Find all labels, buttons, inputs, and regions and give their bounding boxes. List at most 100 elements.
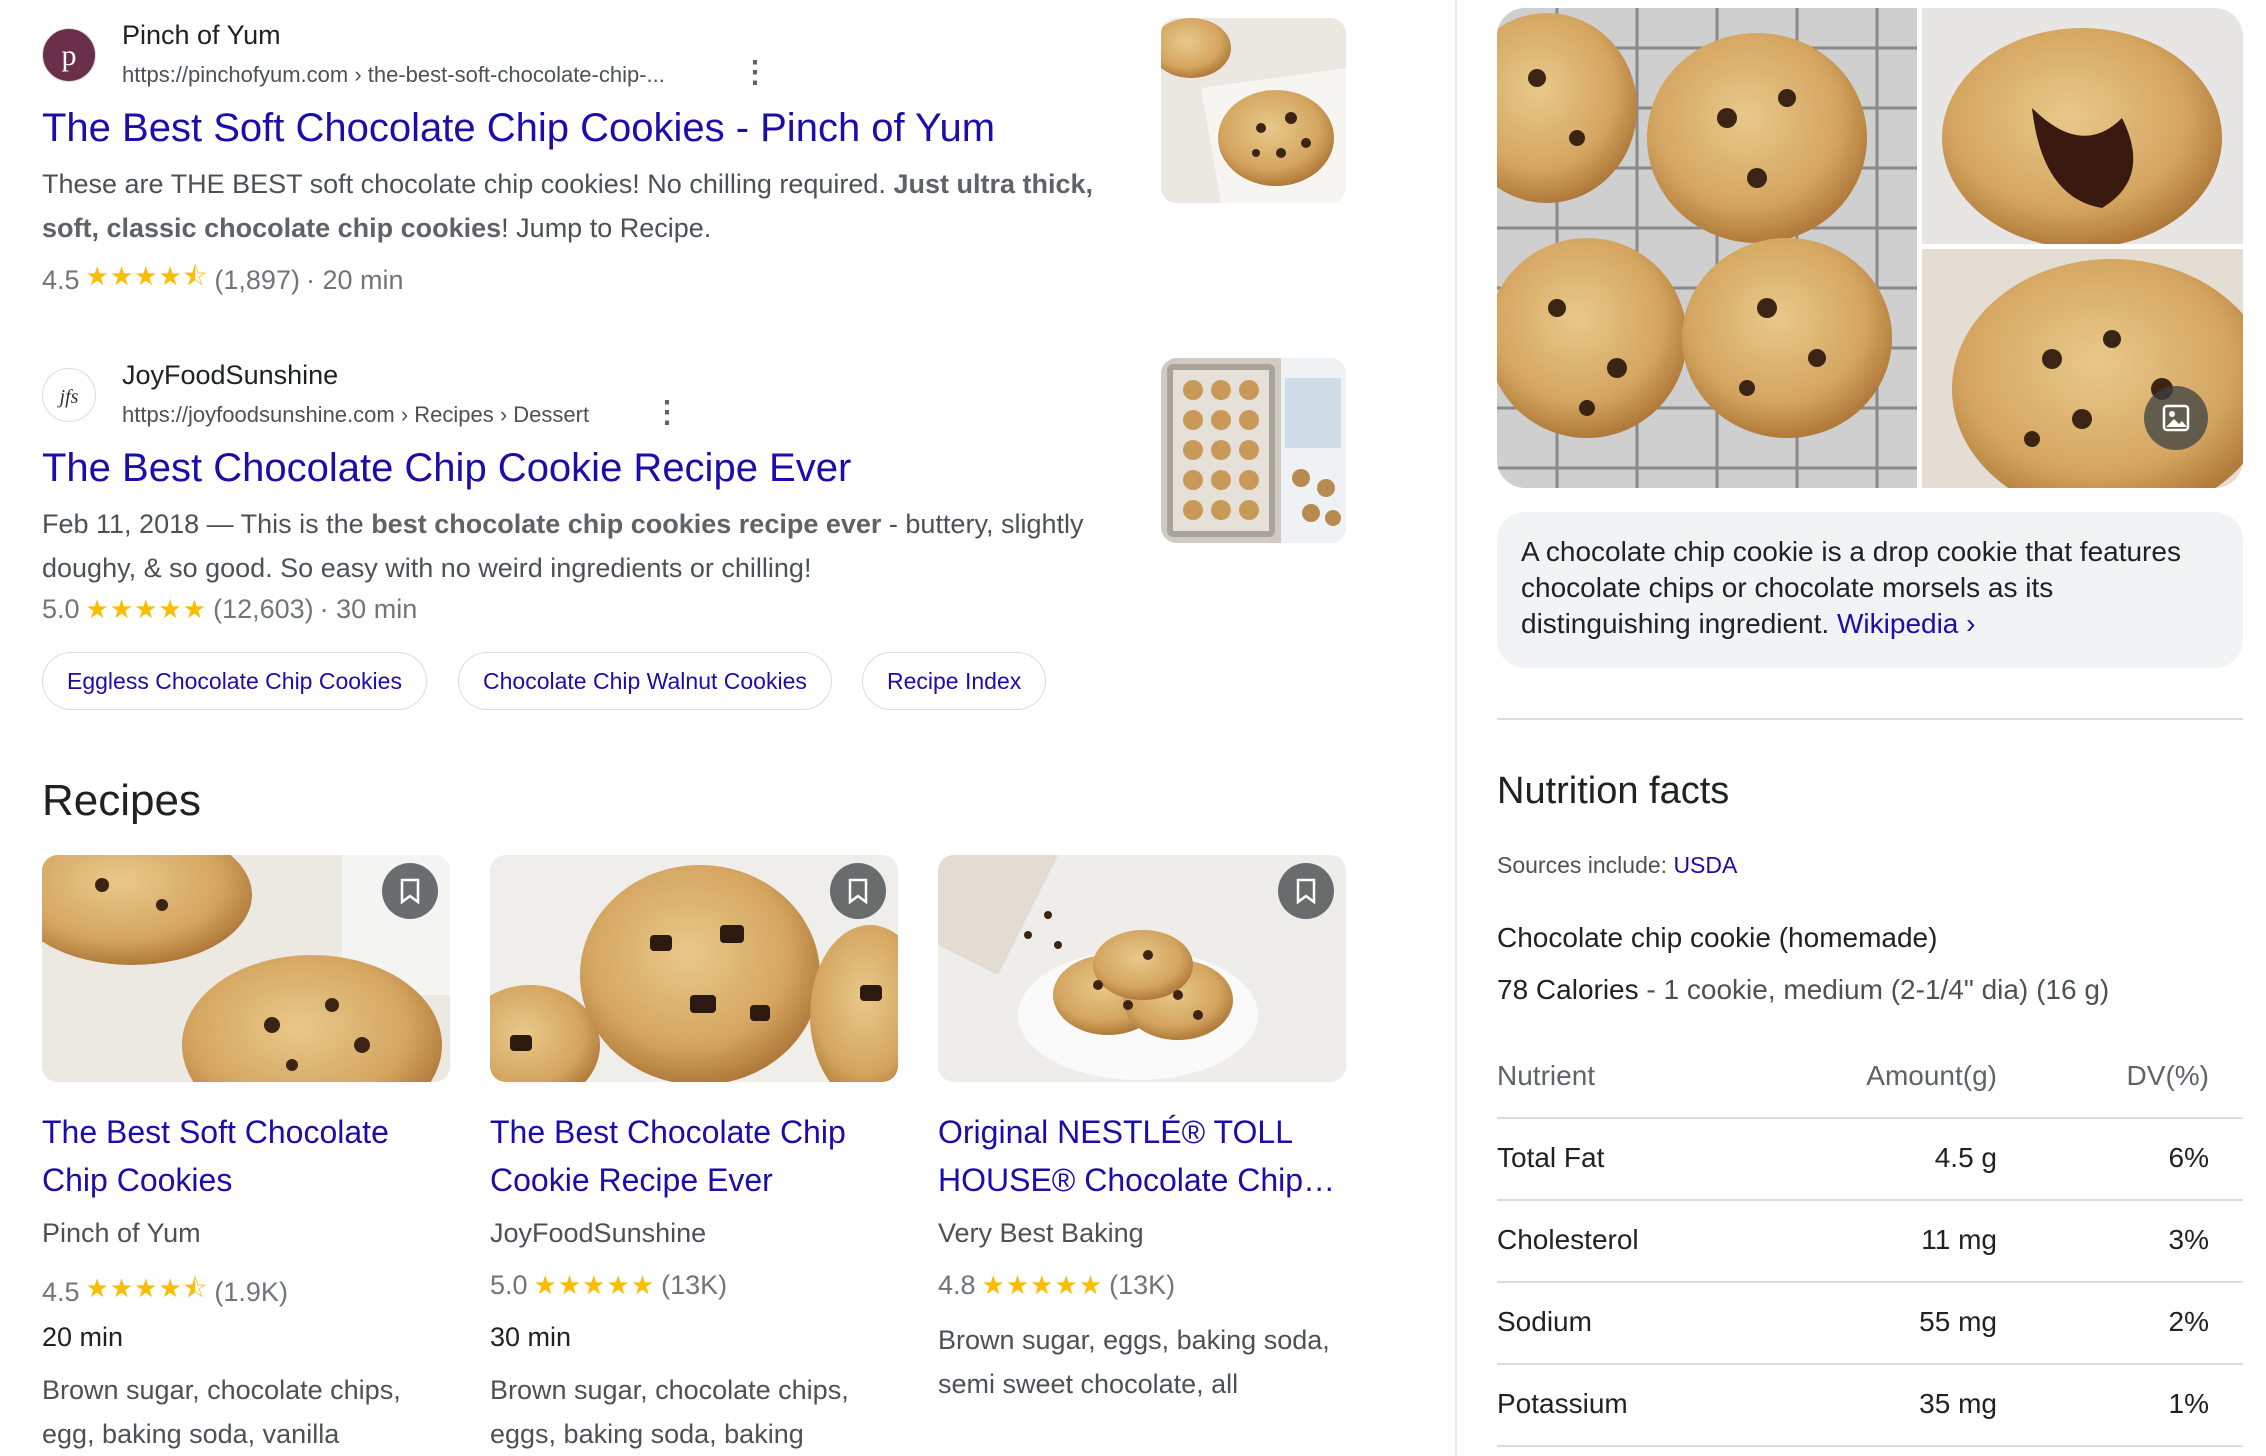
cookies-on-rack-image bbox=[1497, 8, 1917, 488]
header-amount: Amount(g) bbox=[1866, 1060, 1997, 1091]
sources-label: Sources include: bbox=[1497, 852, 1668, 878]
review-count: (1,897) bbox=[214, 264, 300, 295]
serving-size: - 1 cookie, medium (2-1/4" dia) (16 g) bbox=[1638, 974, 2110, 1005]
recipe-card-2-source: JoyFoodSunshine bbox=[490, 1218, 707, 1248]
rating-value: 5.0 bbox=[42, 594, 80, 624]
panel-image-3[interactable] bbox=[1922, 249, 2243, 488]
result-1-url[interactable]: https://pinchofyum.com › the-best-soft-c… bbox=[122, 62, 665, 88]
chip-walnut-cookies[interactable]: Chocolate Chip Walnut Cookies bbox=[458, 652, 832, 710]
bookmark-icon[interactable] bbox=[1278, 863, 1334, 919]
star-rating-icon: ★★★★★ bbox=[981, 1270, 1104, 1300]
result-2-url[interactable]: https://joyfoodsunshine.com › Recipes › … bbox=[122, 402, 589, 428]
nutrition-table-header: Nutrient Amount(g) DV(%) bbox=[1497, 1035, 2243, 1117]
calories-line: 78 Calories - 1 cookie, medium (2-1/4" d… bbox=[1497, 974, 2109, 1006]
nutrient-amount: 55 mg bbox=[1919, 1306, 1997, 1337]
nutrient-dv: 6% bbox=[2168, 1142, 2209, 1173]
table-divider bbox=[1497, 1445, 2243, 1447]
rating-value: 4.5 bbox=[42, 264, 80, 295]
pinchofyum-logo-icon: p bbox=[45, 31, 93, 79]
nutrient-dv: 3% bbox=[2168, 1224, 2209, 1255]
result-2-rating: 5.0 ★★★★★ (12,603) · 30 min bbox=[42, 594, 417, 625]
recipe-card-1-rating: 4.5 ★★★★⯪ (1.9K) bbox=[42, 1270, 288, 1314]
cookie-tray-image bbox=[1161, 358, 1346, 543]
result-2-site-name: JoyFoodSunshine bbox=[122, 360, 339, 390]
nutrition-row: Total Fat 4.5 g 6% bbox=[1497, 1117, 2243, 1199]
panel-image-2[interactable] bbox=[1922, 8, 2243, 244]
wikipedia-link[interactable]: Wikipedia › bbox=[1837, 608, 1975, 639]
recipe-card-3-source: Very Best Baking bbox=[938, 1218, 1144, 1248]
result-1-snippet: These are THE BEST soft chocolate chip c… bbox=[42, 169, 1093, 243]
recipe-card-3-title[interactable]: Original NESTLÉ® TOLL HOUSE® Chocolate C… bbox=[938, 1108, 1346, 1204]
nutrition-facts-title: Nutrition facts bbox=[1497, 770, 1730, 812]
bookmark-icon[interactable] bbox=[830, 863, 886, 919]
review-count: (13K) bbox=[661, 1270, 728, 1300]
nutrient-dv: 2% bbox=[2168, 1306, 2209, 1337]
chip-eggless-cookies[interactable]: Eggless Chocolate Chip Cookies bbox=[42, 652, 427, 710]
bookmark-icon[interactable] bbox=[382, 863, 438, 919]
joyfoodsunshine-favicon[interactable]: jfs bbox=[42, 368, 96, 422]
star-rating-icon: ★★★★⯪ bbox=[85, 1273, 209, 1303]
recipe-card-3-ingredients: Brown sugar, eggs, baking soda, semi swe… bbox=[938, 1325, 1330, 1399]
star-rating-icon: ★★★★★ bbox=[85, 594, 208, 624]
recipes-heading: Recipes bbox=[42, 776, 201, 825]
recipe-card-3-rating: 4.8 ★★★★★ (13K) bbox=[938, 1270, 1175, 1301]
recipe-card-1-ingredients: Brown sugar, chocolate chips, egg, bakin… bbox=[42, 1375, 401, 1449]
more-options-icon[interactable]: ⋮ bbox=[740, 58, 770, 88]
svg-text:p: p bbox=[62, 39, 77, 72]
nutrient-name: Cholesterol bbox=[1497, 1224, 1639, 1255]
recipe-card-2-ingredients: Brown sugar, chocolate chips, eggs, baki… bbox=[490, 1375, 849, 1449]
panel-main-image[interactable] bbox=[1497, 8, 1917, 488]
nutrition-row: Potassium 35 mg 1% bbox=[1497, 1363, 2243, 1445]
recipe-card-2-title[interactable]: The Best Chocolate Chip Cookie Recipe Ev… bbox=[490, 1108, 890, 1204]
joyfoodsunshine-logo-icon: jfs bbox=[57, 386, 79, 408]
nutrient-amount: 11 mg bbox=[1921, 1224, 1997, 1255]
svg-text:jfs: jfs bbox=[57, 386, 79, 408]
cook-time: · 20 min bbox=[305, 264, 404, 295]
header-nutrient: Nutrient bbox=[1497, 1060, 1596, 1091]
recipe-card-2-rating: 5.0 ★★★★★ (13K) bbox=[490, 1270, 727, 1301]
recipe-card-1-title[interactable]: The Best Soft Chocolate Chip Cookies bbox=[42, 1108, 442, 1204]
chip-recipe-index[interactable]: Recipe Index bbox=[862, 652, 1047, 710]
nutrient-dv: 1% bbox=[2168, 1388, 2209, 1419]
rating-value: 5.0 bbox=[490, 1270, 528, 1300]
nutrient-name: Potassium bbox=[1497, 1388, 1628, 1419]
cookie-photo-image bbox=[1922, 249, 2243, 488]
result-1-rating: 4.5 ★★★★⯪ (1,897) · 20 min bbox=[42, 258, 404, 302]
result-2-thumbnail[interactable] bbox=[1161, 358, 1346, 543]
panel-divider bbox=[1497, 718, 2243, 720]
nutrient-amount: 4.5 g bbox=[1934, 1142, 1997, 1173]
star-rating-icon: ★★★★★ bbox=[533, 1270, 656, 1300]
result-1-thumbnail[interactable] bbox=[1161, 18, 1346, 203]
cookie-photo-image bbox=[1922, 8, 2243, 244]
review-count: (13K) bbox=[1109, 1270, 1176, 1300]
cookie-photo-image bbox=[1161, 18, 1346, 203]
recipe-card-2-time: 30 min bbox=[490, 1322, 572, 1352]
cook-time: · 30 min bbox=[319, 594, 418, 624]
food-name: Chocolate chip cookie (homemade) bbox=[1497, 922, 1938, 953]
calories-value: 78 Calories bbox=[1497, 974, 1639, 1005]
review-count: (1.9K) bbox=[214, 1276, 288, 1307]
recipe-card-1-time: 20 min bbox=[42, 1322, 124, 1352]
result-1-site-name: Pinch of Yum bbox=[122, 20, 281, 50]
nutrient-name: Sodium bbox=[1497, 1306, 1592, 1337]
usda-link[interactable]: USDA bbox=[1673, 852, 1737, 878]
nutrition-row: Cholesterol 11 mg 3% bbox=[1497, 1199, 2243, 1281]
recipe-card-3-title-text: Original NESTLÉ® TOLL HOUSE® Chocolate C… bbox=[938, 1114, 1336, 1198]
rating-value: 4.8 bbox=[938, 1270, 976, 1300]
image-gallery-icon[interactable] bbox=[2144, 386, 2208, 450]
result-2-snippet: Feb 11, 2018 — This is the best chocolat… bbox=[42, 509, 1084, 583]
header-dv: DV(%) bbox=[2126, 1060, 2209, 1091]
rating-value: 4.5 bbox=[42, 1276, 80, 1307]
column-divider bbox=[1455, 0, 1457, 1456]
nutrition-sources: Sources include: USDA bbox=[1497, 852, 1737, 879]
knowledge-description: A chocolate chip cookie is a drop cookie… bbox=[1497, 512, 2243, 668]
result-1-title-link[interactable]: The Best Soft Chocolate Chip Cookies - P… bbox=[42, 106, 995, 151]
nutrient-name: Total Fat bbox=[1497, 1142, 1605, 1173]
more-options-icon[interactable]: ⋮ bbox=[652, 398, 682, 428]
nutrition-row: Sodium 55 mg 2% bbox=[1497, 1281, 2243, 1363]
nutrient-amount: 35 mg bbox=[1919, 1388, 1997, 1419]
recipe-card-1-source: Pinch of Yum bbox=[42, 1218, 201, 1248]
result-2-title-link[interactable]: The Best Chocolate Chip Cookie Recipe Ev… bbox=[42, 446, 851, 491]
review-count: (12,603) bbox=[213, 594, 314, 624]
pinchofyum-favicon[interactable]: p bbox=[42, 28, 96, 82]
